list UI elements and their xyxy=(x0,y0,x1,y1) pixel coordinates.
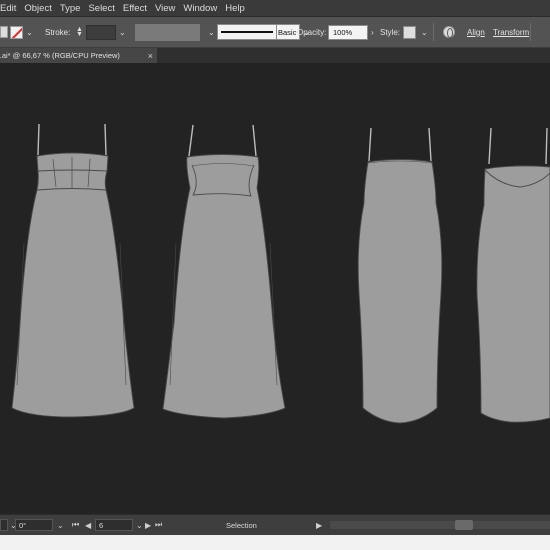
fill-swatch[interactable] xyxy=(0,26,8,38)
chevron-down-icon[interactable]: ⌄ xyxy=(26,28,33,37)
menu-help[interactable]: Help xyxy=(222,3,250,14)
chevron-down-icon[interactable]: ⌄ xyxy=(136,521,143,530)
dress-4-back[interactable] xyxy=(476,127,550,423)
rotation-field[interactable]: 0° ⌄ xyxy=(15,518,64,532)
menu-view[interactable]: View xyxy=(152,3,180,14)
menu-object[interactable]: Object xyxy=(21,3,56,14)
variable-width-profile[interactable] xyxy=(135,17,200,47)
brush-preview[interactable] xyxy=(217,24,277,40)
next-artboard-icon[interactable]: ▶ xyxy=(145,518,151,532)
graphic-style-group[interactable]: ⌄ xyxy=(403,17,428,47)
horizontal-scrollbar[interactable] xyxy=(330,521,550,529)
taskbar-strip xyxy=(0,535,550,550)
stroke-spinner-icon[interactable]: ▲ ▼ xyxy=(76,26,83,38)
document-tab-bar: s.ai* @ 66,67 % (RGB/CPU Preview) × xyxy=(0,48,550,63)
dress-1-front[interactable] xyxy=(11,123,135,418)
artboard-canvas[interactable] xyxy=(0,63,550,514)
style-swatch[interactable] xyxy=(403,25,416,39)
artboard-number-field[interactable]: 6 ⌄ xyxy=(95,518,143,532)
scrollbar-thumb[interactable] xyxy=(455,520,473,530)
stroke-color-group[interactable]: ⌄ xyxy=(10,17,33,47)
first-artboard-icon[interactable]: ⏮ xyxy=(72,518,79,532)
stroke-weight-group[interactable]: ▲ ▼ ⌄ xyxy=(73,17,126,47)
fill-none-icon[interactable] xyxy=(10,25,23,39)
document-title: s.ai* @ 66,67 % (RGB/CPU Preview) xyxy=(0,51,120,60)
control-bar: ⌄ ⌄ Stroke: ▲▼ ⌄ ⌄ Basic ⌄ Opacity: 100%… xyxy=(0,17,550,48)
dress-2-back[interactable] xyxy=(162,124,286,419)
chevron-down-icon[interactable]: ⌄ xyxy=(208,28,215,37)
align-button[interactable]: Align xyxy=(467,17,485,47)
close-icon[interactable]: × xyxy=(148,51,153,61)
menu-type[interactable]: Type xyxy=(57,3,86,14)
chevron-down-icon[interactable]: ⌄ xyxy=(57,521,64,530)
document-tab[interactable]: s.ai* @ 66,67 % (RGB/CPU Preview) × xyxy=(0,48,157,63)
control-separator xyxy=(530,17,531,47)
menu-select[interactable]: Select xyxy=(85,3,119,14)
menu-bar: Edit Object Type Select Effect View Wind… xyxy=(0,0,550,17)
recolor-artwork-button[interactable] xyxy=(443,17,455,47)
control-separator xyxy=(433,17,434,47)
dress-3-front[interactable] xyxy=(357,127,443,424)
opacity-field[interactable]: 100% xyxy=(328,24,368,40)
artwork xyxy=(11,123,550,424)
current-tool-label: Selection xyxy=(226,520,257,530)
chevron-right-icon[interactable]: › xyxy=(371,28,374,37)
chevron-down-icon[interactable]: ⌄ xyxy=(421,28,428,37)
profile-dropdown[interactable]: ⌄ xyxy=(205,17,215,47)
menu-edit[interactable]: Edit xyxy=(0,3,21,14)
prev-artboard-icon[interactable]: ◀ xyxy=(85,518,91,532)
stroke-weight-field[interactable] xyxy=(85,24,116,40)
opacity-label: Opacity: xyxy=(297,27,327,37)
play-icon[interactable]: ▶ xyxy=(316,518,322,532)
chevron-down-icon[interactable]: ⌄ xyxy=(119,28,126,37)
globe-icon[interactable] xyxy=(443,26,455,38)
last-artboard-icon[interactable]: ⏭ xyxy=(155,518,162,532)
menu-window[interactable]: Window xyxy=(180,3,222,14)
status-bar: ⌄ 0° ⌄ ⏮ ◀ 6 ⌄ ▶ ⏭ Selection ▶ xyxy=(0,514,550,535)
stroke-label: Stroke: xyxy=(45,27,71,37)
style-label: Style: xyxy=(380,27,401,37)
menu-effect[interactable]: Effect xyxy=(120,3,152,14)
transform-button[interactable]: Transform xyxy=(493,17,529,47)
opacity-group[interactable]: 100% › xyxy=(328,17,374,47)
